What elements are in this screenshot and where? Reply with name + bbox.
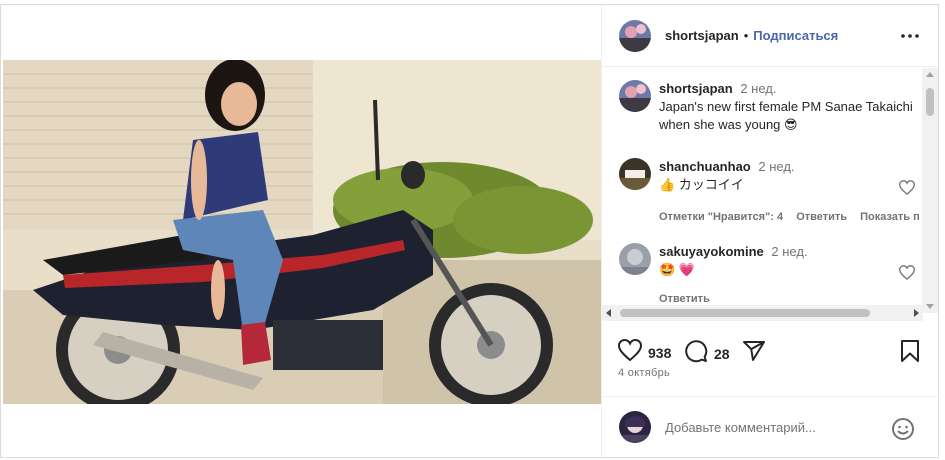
motorcycle-photo <box>3 60 601 404</box>
author-avatar[interactable] <box>619 80 651 112</box>
scroll-down-arrow-icon[interactable] <box>926 304 934 309</box>
comment-like-heart-icon[interactable] <box>898 180 916 200</box>
post-header: shortsjapan • Подписаться <box>602 5 939 67</box>
like-action: 938 <box>617 338 671 366</box>
commenter-avatar[interactable] <box>619 243 651 275</box>
bookmark-icon[interactable] <box>900 339 920 368</box>
comment-likes-count[interactable]: Отметки "Нравится": 4 <box>659 211 783 223</box>
author-username[interactable]: shortsjapan <box>665 28 739 43</box>
post-side-panel: shortsjapan • Подписаться shortsjapan 2 … <box>601 5 939 457</box>
comment-translate-button[interactable]: Показать п <box>860 211 920 223</box>
comment-icon[interactable] <box>684 339 708 368</box>
comment-text: 👍 カッコイイ <box>659 177 744 192</box>
comment-time[interactable]: 2 нед. <box>740 81 776 96</box>
vertical-scroll-thumb[interactable] <box>926 88 934 116</box>
post-photo[interactable] <box>3 60 601 404</box>
comment-meta: Отметки "Нравится": 4 Ответить Показать … <box>659 208 929 226</box>
post-actions: 938 28 <box>602 330 939 370</box>
follow-button[interactable]: Подписаться <box>753 28 838 43</box>
commenter-avatar[interactable] <box>619 158 651 190</box>
scroll-up-arrow-icon[interactable] <box>926 72 934 77</box>
comments-horizontal-scrollbar[interactable] <box>602 305 923 321</box>
comment-username[interactable]: shortsjapan <box>659 81 733 96</box>
separator-dot: • <box>743 28 749 43</box>
comment-reply-button[interactable]: Ответить <box>659 293 710 305</box>
author-avatar[interactable] <box>619 19 651 52</box>
current-user-avatar <box>619 411 651 443</box>
share-icon[interactable] <box>742 339 766 368</box>
share-action <box>742 339 766 368</box>
comment-username[interactable]: sakuyayokomine <box>659 244 764 259</box>
comment-time[interactable]: 2 нед. <box>771 244 807 259</box>
comment-like-heart-icon[interactable] <box>898 265 916 285</box>
horizontal-scroll-thumb[interactable] <box>620 309 870 317</box>
post-media[interactable] <box>1 5 601 457</box>
comment-reply-button[interactable]: Ответить <box>796 211 847 223</box>
comment-input[interactable] <box>665 419 885 435</box>
more-options-icon[interactable] <box>901 27 919 38</box>
comments-list[interactable]: shortsjapan 2 нед. Japan's new first fem… <box>602 68 939 313</box>
scroll-left-arrow-icon[interactable] <box>606 309 611 317</box>
comments-vertical-scrollbar[interactable] <box>922 68 938 313</box>
comment-text: 🤩 💗 <box>659 262 695 277</box>
emoji-icon[interactable] <box>891 417 915 446</box>
comment-time[interactable]: 2 нед. <box>758 159 794 174</box>
heart-icon[interactable] <box>617 338 643 366</box>
likes-count[interactable]: 938 <box>648 345 671 361</box>
comments-count[interactable]: 28 <box>714 346 730 362</box>
add-comment-bar <box>602 396 939 457</box>
scroll-right-arrow-icon[interactable] <box>914 309 919 317</box>
comment-username[interactable]: shanchuanhao <box>659 159 751 174</box>
save-action <box>900 339 920 368</box>
post-card: shortsjapan • Подписаться shortsjapan 2 … <box>0 4 939 458</box>
comment-text: Japan's new first female PM Sanae Takaic… <box>659 99 913 132</box>
comment-action: 28 <box>684 339 730 368</box>
post-date[interactable]: 4 октябрь <box>618 367 670 379</box>
